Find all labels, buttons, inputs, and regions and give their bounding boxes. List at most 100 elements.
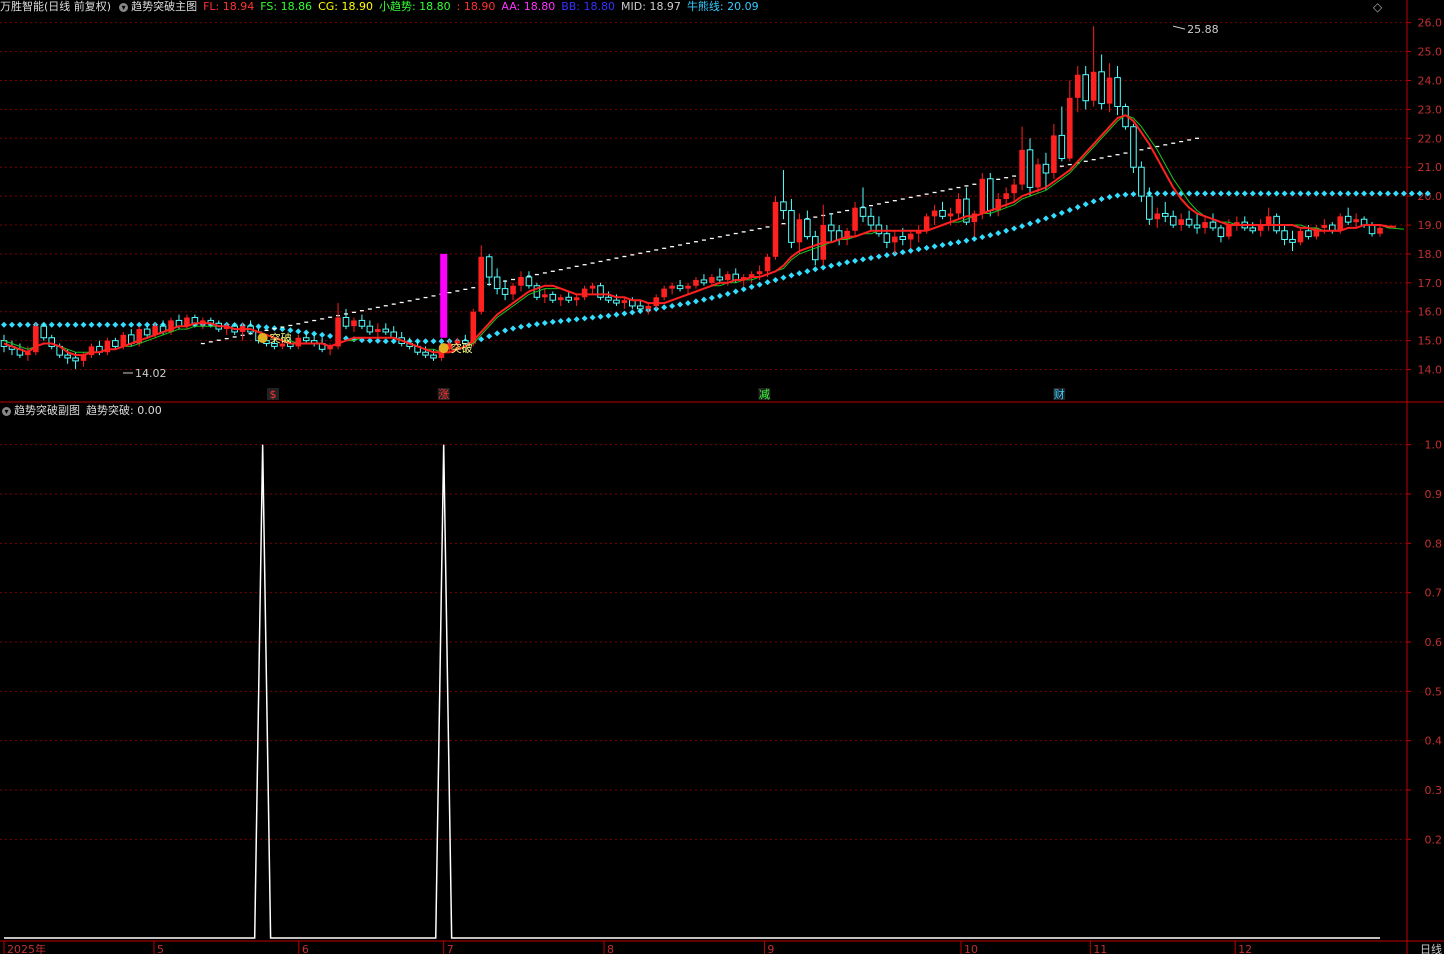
bull-bear-dot	[327, 333, 334, 340]
candle-body-up	[542, 294, 548, 298]
bull-bear-dot	[716, 292, 723, 299]
main-ytick-label: 25.0	[1418, 46, 1443, 59]
xtick-label: 7	[447, 943, 454, 954]
bull-bear-dot	[494, 330, 501, 337]
stock-chart[interactable]: 26.025.024.023.022.021.020.019.018.017.0…	[0, 0, 1444, 954]
bull-bear-dot	[319, 331, 326, 338]
event-marker: $	[269, 388, 276, 401]
sub-ytick-label: 0.9	[1425, 488, 1443, 501]
bull-bear-dot	[1321, 190, 1328, 197]
bull-bear-dot	[533, 321, 540, 328]
candle-body-up	[1106, 77, 1113, 104]
candle-body-down	[501, 288, 509, 295]
bull-bear-dot	[565, 317, 572, 324]
bull-bear-dot	[88, 321, 95, 328]
bull-bear-dot	[1074, 204, 1081, 211]
candle-body-down	[112, 340, 119, 347]
candle-body-down	[1098, 71, 1105, 105]
bull-bear-dot	[836, 261, 843, 268]
candle-body-up	[1226, 225, 1232, 237]
ma-fast-line	[3, 114, 1396, 357]
bull-bear-dot	[971, 235, 978, 242]
candle-body-down	[883, 233, 891, 243]
candle-body-up	[685, 285, 691, 289]
bull-bear-dot	[1034, 217, 1041, 224]
xtick-label: 12	[1238, 943, 1252, 954]
bull-bear-dot	[1345, 190, 1352, 197]
low-price-label: 14.02	[135, 367, 167, 380]
candle-body-up	[653, 297, 659, 306]
candle-body-down	[1249, 227, 1257, 232]
candle-body-down	[1146, 195, 1153, 220]
bull-bear-dot	[1281, 190, 1288, 197]
bull-bear-dot	[104, 321, 111, 328]
candle-body-up	[295, 337, 302, 347]
candle-body-up	[1154, 213, 1161, 220]
bull-bear-dot	[80, 321, 87, 328]
candle-body-up	[1202, 222, 1208, 228]
high-pointer	[1172, 25, 1186, 30]
bull-bear-dot	[541, 320, 548, 327]
candle-body-up	[661, 288, 667, 298]
main-ytick-label: 14.0	[1418, 364, 1443, 377]
candle-body-up	[772, 201, 779, 257]
bull-bear-dot	[56, 321, 63, 328]
bull-bear-dot	[1233, 190, 1240, 197]
candle-body-up	[1074, 74, 1081, 98]
bull-bear-dot	[1225, 190, 1232, 197]
candle-body-down	[422, 351, 429, 356]
bull-bear-dot	[422, 338, 429, 345]
candle-body-up	[1019, 149, 1025, 185]
candle-body-up	[955, 199, 962, 214]
candle-body-up	[581, 288, 588, 298]
bull-bear-dot	[772, 276, 779, 283]
bull-bear-dot	[112, 321, 119, 328]
candle-body-down	[827, 224, 835, 232]
sub-ytick-label: 1.0	[1425, 439, 1443, 452]
bull-bear-dot	[979, 234, 986, 241]
bull-bear-dot	[1098, 196, 1105, 202]
bull-bear-dot	[661, 304, 668, 311]
bull-bear-dot	[740, 286, 747, 293]
candle-body-down	[605, 296, 612, 301]
bull-bear-dot	[987, 232, 994, 239]
bull-bear-dot	[589, 314, 596, 321]
bull-bear-dot	[724, 290, 731, 297]
candle-body-up	[725, 274, 731, 280]
candle-body-up	[1067, 97, 1073, 159]
bull-bear-dot	[597, 313, 604, 320]
candle-body-down	[430, 354, 437, 359]
bull-bear-dot	[1194, 190, 1201, 197]
candle-body-down	[1305, 230, 1312, 238]
candle-body-down	[986, 178, 994, 212]
candle-body-up	[756, 271, 763, 275]
bull-bear-dot	[1353, 190, 1360, 197]
bull-bear-dot	[557, 317, 564, 324]
bull-bear-dot	[1273, 190, 1280, 197]
bull-bear-dot	[907, 247, 914, 254]
bull-bear-dot	[502, 327, 509, 334]
bull-bear-dot	[525, 322, 532, 329]
bull-bear-dot	[748, 283, 755, 290]
candle-body-down	[493, 276, 501, 290]
candle-body-down	[1281, 230, 1288, 240]
bull-bear-dot	[128, 321, 135, 328]
bull-bear-dot	[1114, 192, 1121, 199]
candle-body-down	[302, 337, 310, 342]
bull-bear-dot	[812, 266, 819, 273]
xtick-label: 5	[157, 943, 164, 954]
candle-body-up	[892, 236, 898, 243]
candle-body-down	[899, 236, 907, 240]
candle-body-down	[1169, 215, 1177, 226]
breakout-label: 突破	[451, 341, 473, 355]
candle-body-down	[549, 293, 557, 301]
main-ytick-label: 19.0	[1418, 219, 1443, 232]
sub-ytick-label: 0.4	[1425, 735, 1443, 748]
sub-ytick-label: 0.7	[1425, 587, 1443, 600]
bull-bear-dot	[72, 321, 79, 328]
main-ytick-label: 22.0	[1418, 132, 1443, 145]
bull-bear-dot	[1297, 190, 1304, 197]
bull-bear-dot	[1003, 227, 1010, 234]
period-label: 日线	[1420, 942, 1442, 954]
bull-bear-dot	[669, 302, 676, 309]
